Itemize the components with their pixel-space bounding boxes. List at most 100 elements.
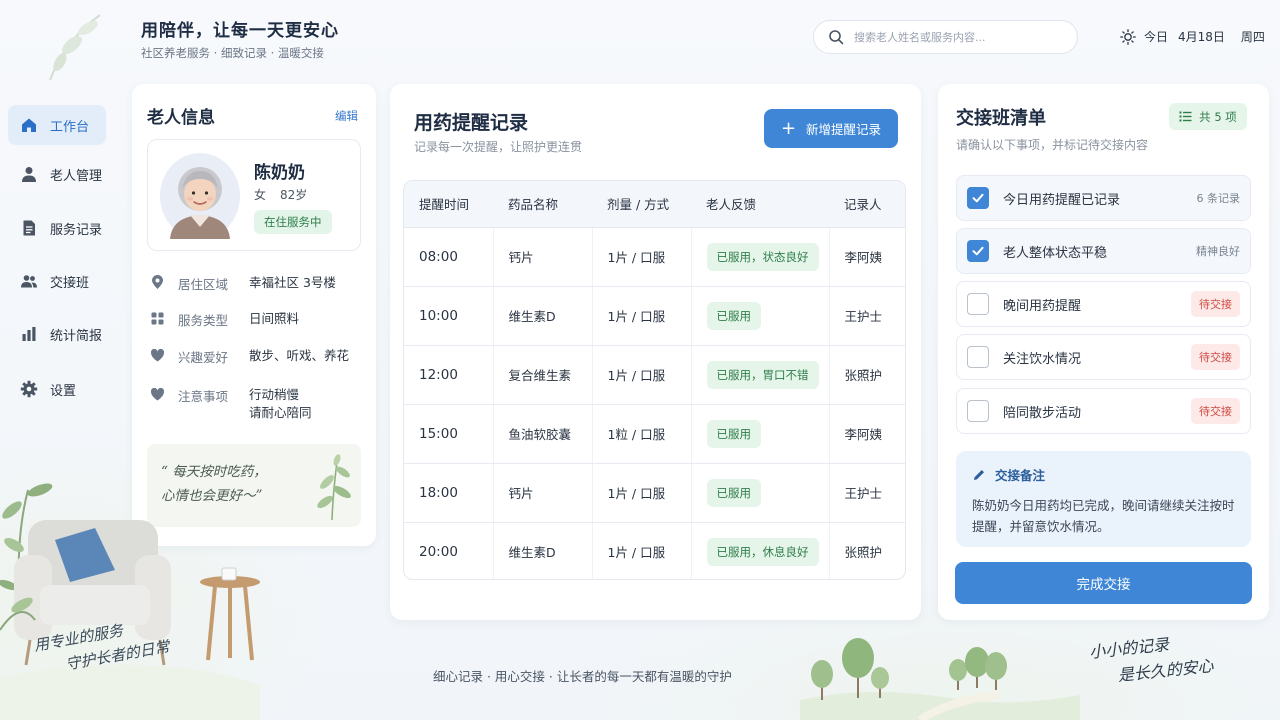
- card-title: 用药提醒记录: [414, 112, 529, 134]
- sidebar-item-handover[interactable]: 交接班: [8, 261, 106, 301]
- cell-recorder: 王护士: [829, 286, 905, 346]
- sidebar-item-workbench[interactable]: 工作台: [8, 105, 106, 145]
- table-row[interactable]: 18:00 钙片 1片 / 口服 已服用 王护士: [404, 463, 905, 523]
- grid-icon: [151, 312, 164, 325]
- info-value-line: 请耐心陪同: [249, 405, 312, 420]
- column-header: 剂量 / 方式: [592, 181, 691, 228]
- list-icon: [1179, 111, 1192, 122]
- column-header: 老人反馈: [691, 181, 829, 228]
- checklist-item[interactable]: 晚间用药提醒 待交接: [956, 281, 1251, 327]
- table-header-row: 提醒时间 药品名称 剂量 / 方式 老人反馈 记录人: [404, 181, 905, 228]
- feedback-tag: 已服用，休息良好: [706, 537, 819, 566]
- leaf-decoration: [49, 14, 101, 81]
- cell-recorder: 李阿姨: [829, 404, 905, 464]
- info-label: 注意事项: [178, 389, 229, 404]
- cell-drug: 复合维生素: [493, 345, 593, 405]
- cell-dose: 1粒 / 口服: [592, 404, 692, 464]
- feedback-tag: 已服用，胃口不错: [706, 360, 819, 389]
- cell-dose: 1片 / 口服: [592, 286, 692, 346]
- cell-time: 15:00: [404, 404, 494, 464]
- info-value: 日间照料: [249, 311, 300, 326]
- column-header: 记录人: [829, 181, 905, 228]
- feedback-tag: 已服用，状态良好: [706, 242, 819, 271]
- weekday-value: 周四: [1240, 30, 1265, 44]
- sidebar-item-label: 工作台: [50, 119, 90, 135]
- checklist-item[interactable]: 今日用药提醒已记录 6 条记录: [956, 175, 1251, 221]
- table-row[interactable]: 12:00 复合维生素 1片 / 口服 已服用，胃口不错 张照护: [404, 345, 905, 405]
- table-row[interactable]: 08:00 钙片 1片 / 口服 已服用，状态良好 李阿姨: [404, 227, 905, 287]
- cell-recorder: 张照护: [844, 545, 883, 561]
- table-row[interactable]: 15:00 鱼油软胶囊 1粒 / 口服 已服用 李阿姨: [404, 404, 905, 464]
- sidebar-item-label: 交接班: [50, 275, 90, 291]
- cell-dose: 1片 / 口服: [592, 345, 692, 405]
- feedback-tag: 已服用: [706, 301, 761, 330]
- edit-link[interactable]: 编辑: [335, 108, 358, 124]
- checkbox[interactable]: [967, 400, 989, 422]
- info-row-notes: 注意事项 行动稍慢 请耐心陪同: [150, 386, 312, 422]
- cell-dose: 1片 / 口服: [592, 227, 692, 287]
- sidebar-item-settings[interactable]: 设置: [8, 369, 106, 409]
- cell-recorder: 张照护: [829, 345, 905, 405]
- complete-handover-button[interactable]: 完成交接: [955, 562, 1252, 604]
- sidebar-item-label: 设置: [50, 383, 77, 399]
- cell-feedback: 已服用，状态良好: [691, 227, 830, 287]
- column-header: 药品名称: [493, 181, 592, 228]
- document-icon: [23, 220, 35, 236]
- home-icon: [22, 118, 36, 132]
- info-label: 居住区域: [178, 277, 229, 292]
- profile-summary: 陈奶奶 女 82岁 在住服务中: [147, 139, 361, 251]
- card-title: 老人信息: [147, 108, 215, 128]
- trees-illustration: [800, 638, 1080, 720]
- cell-feedback: 已服用，胃口不错: [691, 345, 830, 405]
- pencil-icon: [974, 469, 984, 480]
- sidebar-item-elder-management[interactable]: 老人管理: [8, 154, 106, 194]
- checkbox[interactable]: [967, 240, 989, 262]
- checklist-label: 今日用药提醒已记录: [1003, 192, 1121, 208]
- cell-drug: 维生素D: [493, 522, 593, 579]
- info-label: 兴趣爱好: [178, 350, 229, 365]
- add-reminder-button[interactable]: + 新增提醒记录: [764, 109, 898, 148]
- checklist-item[interactable]: 陪同散步活动 待交接: [956, 388, 1251, 434]
- checklist-label: 关注饮水情况: [1003, 351, 1082, 367]
- cell-drug: 维生素D: [493, 286, 593, 346]
- sidebar-item-service-records[interactable]: 服务记录: [8, 208, 106, 248]
- table-row[interactable]: 20:00 维生素D 1片 / 口服 已服用，休息良好 张照护: [404, 522, 905, 579]
- heart-icon: [150, 387, 165, 401]
- feedback-tag: 已服用: [706, 419, 761, 448]
- heart-icon: [150, 348, 165, 362]
- people-icon: [21, 275, 37, 288]
- elder-name: 陈奶奶: [254, 163, 305, 183]
- cell-time: 20:00: [404, 522, 494, 579]
- cell-recorder: 李阿姨: [829, 227, 905, 287]
- sidebar-item-label: 服务记录: [50, 222, 103, 238]
- checkmark-icon: [972, 246, 984, 256]
- checkbox[interactable]: [967, 346, 989, 368]
- handover-note: 交接备注 陈奶奶今日用药均已完成，晚间请继续关注按时提醒，并留意饮水情况。: [956, 451, 1251, 547]
- table-row[interactable]: 10:00 维生素D 1片 / 口服 已服用 王护士: [404, 286, 905, 346]
- info-value: 幸福社区 3号楼: [249, 275, 336, 290]
- sidebar-item-label: 统计简报: [50, 328, 103, 344]
- note-title: 交接备注: [972, 465, 1045, 484]
- elder-age: 82岁: [280, 188, 308, 202]
- search-box[interactable]: [813, 20, 1078, 54]
- footer-text: 细心记录 · 用心交接 · 让长者的每一天都有温暖的守护: [433, 669, 732, 684]
- count-badge: 共 5 项: [1169, 103, 1247, 130]
- search-input[interactable]: [854, 30, 1064, 44]
- info-row-residence: 居住区域 幸福社区 3号楼: [150, 274, 336, 293]
- cell-dose: 1片 / 口服: [592, 463, 692, 523]
- plant-illustration: [317, 454, 351, 521]
- sidebar-item-statistics[interactable]: 统计简报: [8, 314, 106, 354]
- status-badge: 在住服务中: [254, 210, 332, 234]
- checklist-status: 6 条记录: [1196, 192, 1241, 205]
- checkbox[interactable]: [967, 187, 989, 209]
- checklist-item[interactable]: 关注饮水情况 待交接: [956, 334, 1251, 380]
- checkbox[interactable]: [967, 293, 989, 315]
- checklist-item[interactable]: 老人整体状态平稳 精神良好: [956, 228, 1251, 274]
- sidebar-item-label: 老人管理: [50, 168, 103, 184]
- note-text: 陈奶奶今日用药均已完成，晚间请继续关注按时提醒，并留意饮水情况。: [972, 498, 1235, 534]
- sun-icon: [1120, 28, 1136, 45]
- cell-drug: 钙片: [493, 227, 593, 287]
- checklist-label: 陪同散步活动: [1003, 405, 1082, 421]
- date-value: 4月18日: [1178, 30, 1225, 44]
- page-subtitle: 社区养老服务 · 细致记录 · 温暖交接: [141, 46, 324, 60]
